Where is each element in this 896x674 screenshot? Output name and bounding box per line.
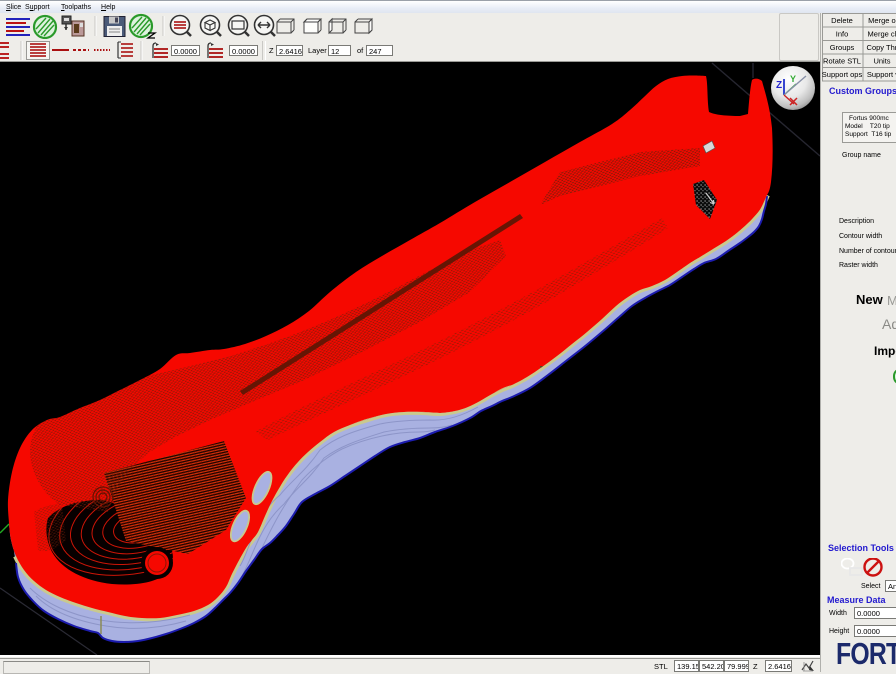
svg-text:Rotate STL: Rotate STL	[823, 57, 861, 66]
svg-text:Support va: Support va	[867, 70, 896, 79]
svg-text:Merge clo: Merge clo	[868, 30, 896, 39]
svg-text:Copy Thro: Copy Thro	[867, 43, 896, 52]
svg-text:Groups: Groups	[830, 43, 855, 52]
svg-text:Delete: Delete	[831, 16, 853, 25]
svg-text:Merge op: Merge op	[868, 16, 896, 25]
svg-text:Z: Z	[776, 80, 782, 91]
svg-text:Y: Y	[790, 74, 796, 84]
svg-text:Info: Info	[836, 30, 849, 39]
svg-text:Support ops: Support ops	[822, 70, 862, 79]
svg-text:Units: Units	[873, 57, 890, 66]
